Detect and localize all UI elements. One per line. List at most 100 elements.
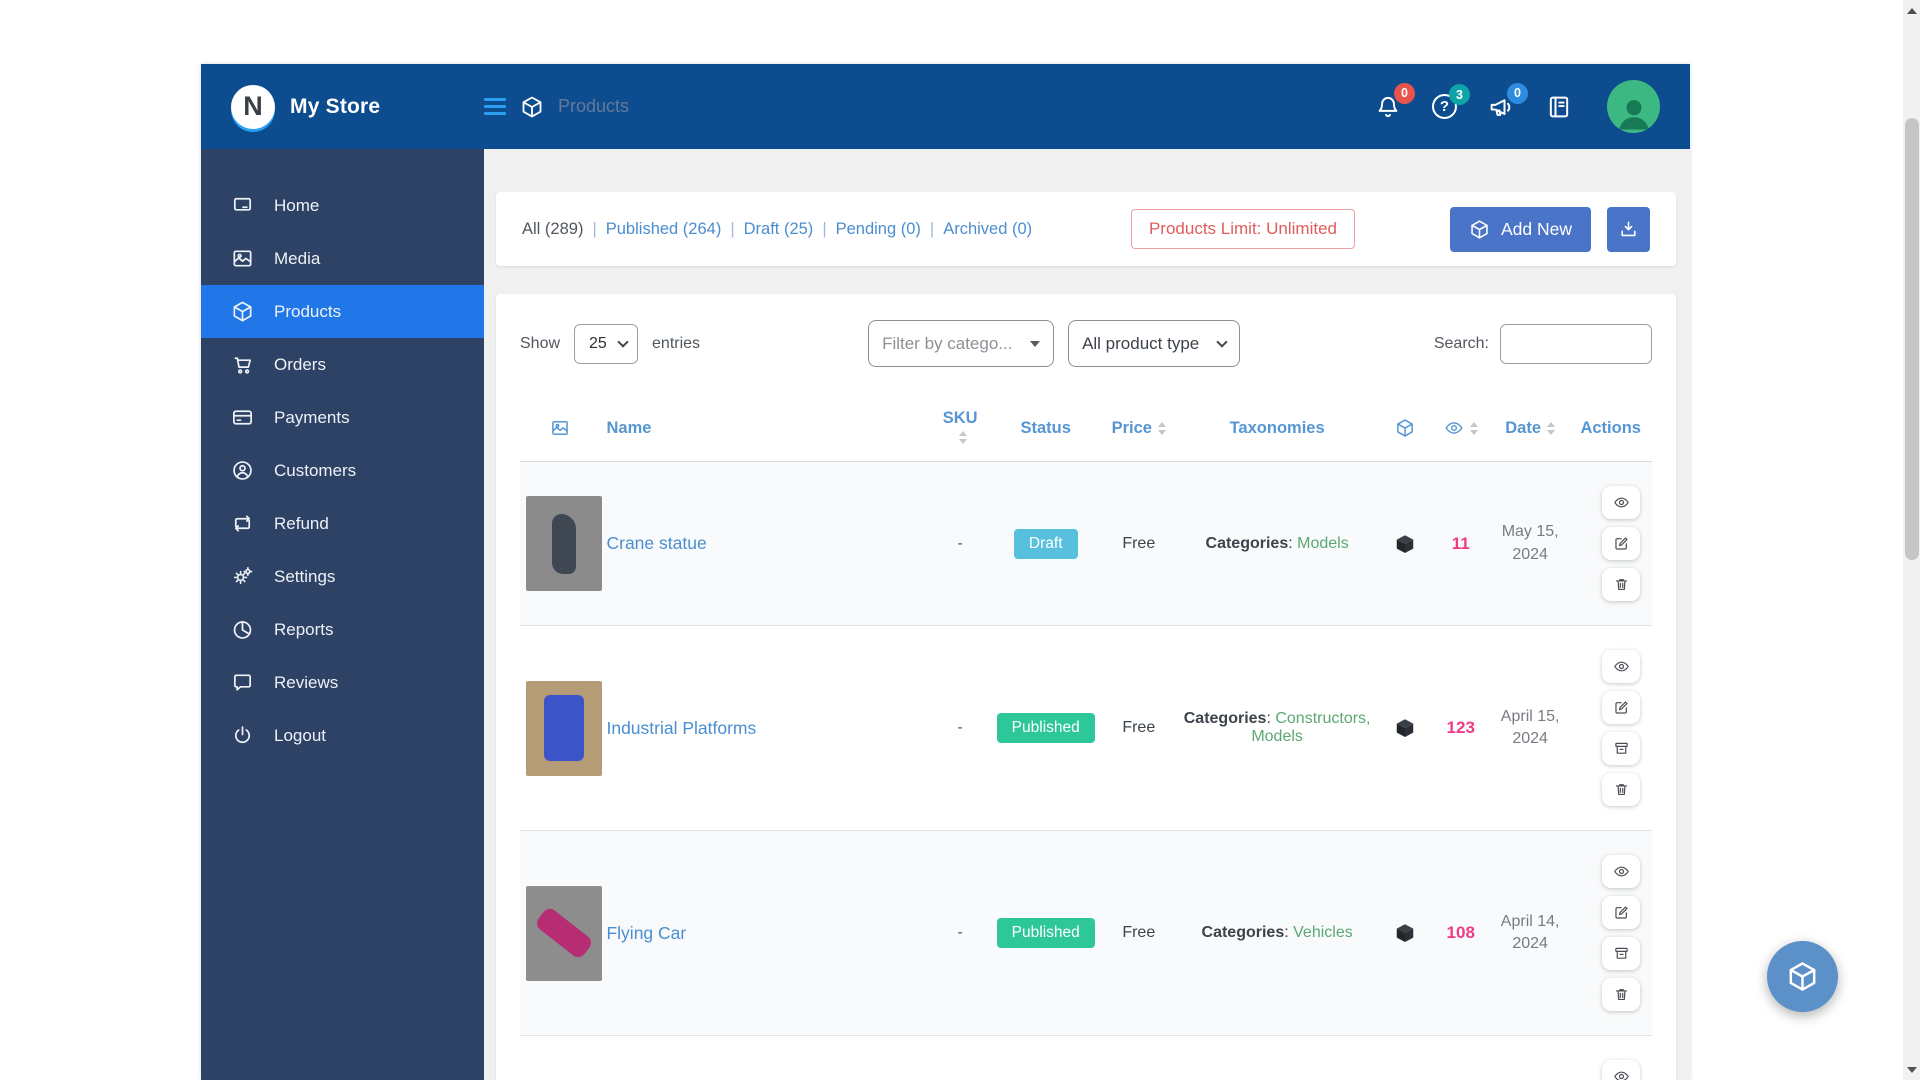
archive-icon (1613, 945, 1630, 962)
sidebar-item-reports[interactable]: Reports (201, 603, 484, 656)
product-type-select[interactable]: All product type (1068, 320, 1240, 367)
thumbnail-subject (552, 514, 576, 574)
sidebar-item-settings[interactable]: Settings (201, 550, 484, 603)
page-size-select[interactable]: 25 (574, 324, 638, 364)
edit-button[interactable] (1602, 527, 1640, 560)
breadcrumb-label: Products (558, 96, 629, 117)
floating-products-button[interactable] (1767, 941, 1838, 1012)
product-thumbnail[interactable] (526, 496, 602, 591)
product-taxonomies: Categories: Constructors, Models (1174, 626, 1380, 831)
product-taxonomies: Categories: Vehicles (1174, 831, 1380, 1036)
import-button[interactable] (1607, 207, 1650, 252)
views-count: 123 (1447, 718, 1475, 737)
sort-icons[interactable] (1547, 422, 1555, 435)
notifications-button[interactable]: 0 (1374, 93, 1402, 121)
category-filter-select[interactable]: Filter by catego... (868, 320, 1054, 367)
view-button[interactable] (1602, 1060, 1640, 1080)
column-sku[interactable]: SKU (933, 401, 988, 462)
sidebar-item-label: Settings (274, 567, 335, 587)
user-avatar[interactable] (1607, 80, 1660, 133)
archive-button[interactable] (1602, 732, 1640, 765)
cube-icon (231, 300, 254, 323)
sidebar-item-label: Refund (274, 514, 329, 534)
sidebar-item-home[interactable]: Home (201, 179, 484, 232)
column-date[interactable]: Date (1491, 401, 1569, 462)
column-thumbnail[interactable] (520, 401, 600, 462)
search-input[interactable] (1500, 324, 1652, 364)
categories-label: Categories (1184, 710, 1267, 727)
scrollbar[interactable] (1903, 0, 1920, 1080)
filter-pending[interactable]: Pending (0) (836, 220, 921, 239)
sidebar-item-customers[interactable]: Customers (201, 444, 484, 497)
add-new-button[interactable]: Add New (1450, 207, 1591, 252)
filter-draft[interactable]: Draft (25) (744, 220, 814, 239)
column-views[interactable] (1431, 401, 1491, 462)
column-status[interactable]: Status (988, 401, 1104, 462)
category-links[interactable]: Models (1297, 535, 1349, 552)
category-links[interactable]: Vehicles (1293, 924, 1353, 941)
sidebar-item-label: Home (274, 196, 319, 216)
product-sku: - (933, 831, 988, 1036)
sort-icons[interactable] (1158, 422, 1166, 435)
product-price: Free (1104, 626, 1174, 831)
filter-published[interactable]: Published (264) (606, 220, 722, 239)
column-taxonomies[interactable]: Taxonomies (1174, 401, 1380, 462)
announcement-badge: 0 (1507, 83, 1528, 104)
sidebar-item-products[interactable]: Products (201, 285, 484, 338)
chat-bubble-icon (231, 671, 254, 694)
sidebar-item-orders[interactable]: Orders (201, 338, 484, 391)
sidebar-item-label: Customers (274, 461, 356, 481)
delete-button[interactable] (1602, 568, 1640, 601)
filter-all[interactable]: All (289) (522, 220, 583, 239)
product-sku: - (933, 462, 988, 626)
sort-icons[interactable] (959, 431, 967, 444)
product-thumbnail[interactable] (526, 886, 602, 981)
notification-badge: 0 (1394, 83, 1415, 104)
image-icon (550, 418, 570, 438)
column-downloads[interactable] (1380, 401, 1430, 462)
delete-button[interactable] (1602, 978, 1640, 1011)
categories-label: Categories (1202, 924, 1285, 941)
scrollbar-up-arrow[interactable] (1903, 2, 1920, 19)
delete-button[interactable] (1602, 773, 1640, 806)
product-thumbnail[interactable] (526, 681, 602, 776)
logo-letter: N (243, 91, 263, 122)
help-button[interactable]: ? 3 (1432, 94, 1457, 119)
status-filters: All (289) | Published (264) | Draft (25)… (522, 220, 1131, 239)
brand[interactable]: N My Store (231, 85, 484, 129)
product-date: May 15, 2024 (1491, 462, 1569, 626)
product-name-link[interactable]: Flying Car (606, 923, 686, 943)
column-name[interactable]: Name (600, 401, 932, 462)
edit-button[interactable] (1602, 691, 1640, 724)
archive-icon (1613, 740, 1630, 757)
edit-icon (1613, 699, 1630, 716)
announcements-button[interactable]: 0 (1487, 93, 1515, 121)
view-button[interactable] (1602, 855, 1640, 888)
menu-toggle-icon[interactable] (484, 94, 506, 119)
sidebar-item-payments[interactable]: Payments (201, 391, 484, 444)
archive-button[interactable] (1602, 937, 1640, 970)
sidebar-item-logout[interactable]: Logout (201, 709, 484, 762)
product-name-link[interactable]: Industrial Platforms (606, 718, 756, 738)
products-table-card: Show 25 entries Filter by catego... All … (496, 294, 1676, 1080)
sidebar-item-media[interactable]: Media (201, 232, 484, 285)
scrollbar-down-arrow[interactable] (1903, 1061, 1920, 1078)
product-name-link[interactable]: Crane statue (606, 533, 706, 553)
sidebar: Home Media Products Orders Payments Cust… (201, 149, 484, 1080)
documentation-button[interactable] (1545, 93, 1573, 121)
column-price[interactable]: Price (1104, 401, 1174, 462)
sort-icons[interactable] (1470, 422, 1478, 435)
entries-label: entries (652, 335, 700, 353)
trash-icon (1613, 986, 1630, 1003)
view-button[interactable] (1602, 486, 1640, 519)
products-table: Name SKU Status Price Taxonomies Date Ac… (520, 401, 1652, 1080)
product-sku: - (933, 626, 988, 831)
sidebar-item-label: Media (274, 249, 320, 269)
edit-button[interactable] (1602, 896, 1640, 929)
scrollbar-thumb[interactable] (1905, 118, 1919, 560)
view-button[interactable] (1602, 650, 1640, 683)
status-badge: Published (997, 918, 1095, 948)
filter-archived[interactable]: Archived (0) (943, 220, 1032, 239)
sidebar-item-reviews[interactable]: Reviews (201, 656, 484, 709)
sidebar-item-refund[interactable]: Refund (201, 497, 484, 550)
